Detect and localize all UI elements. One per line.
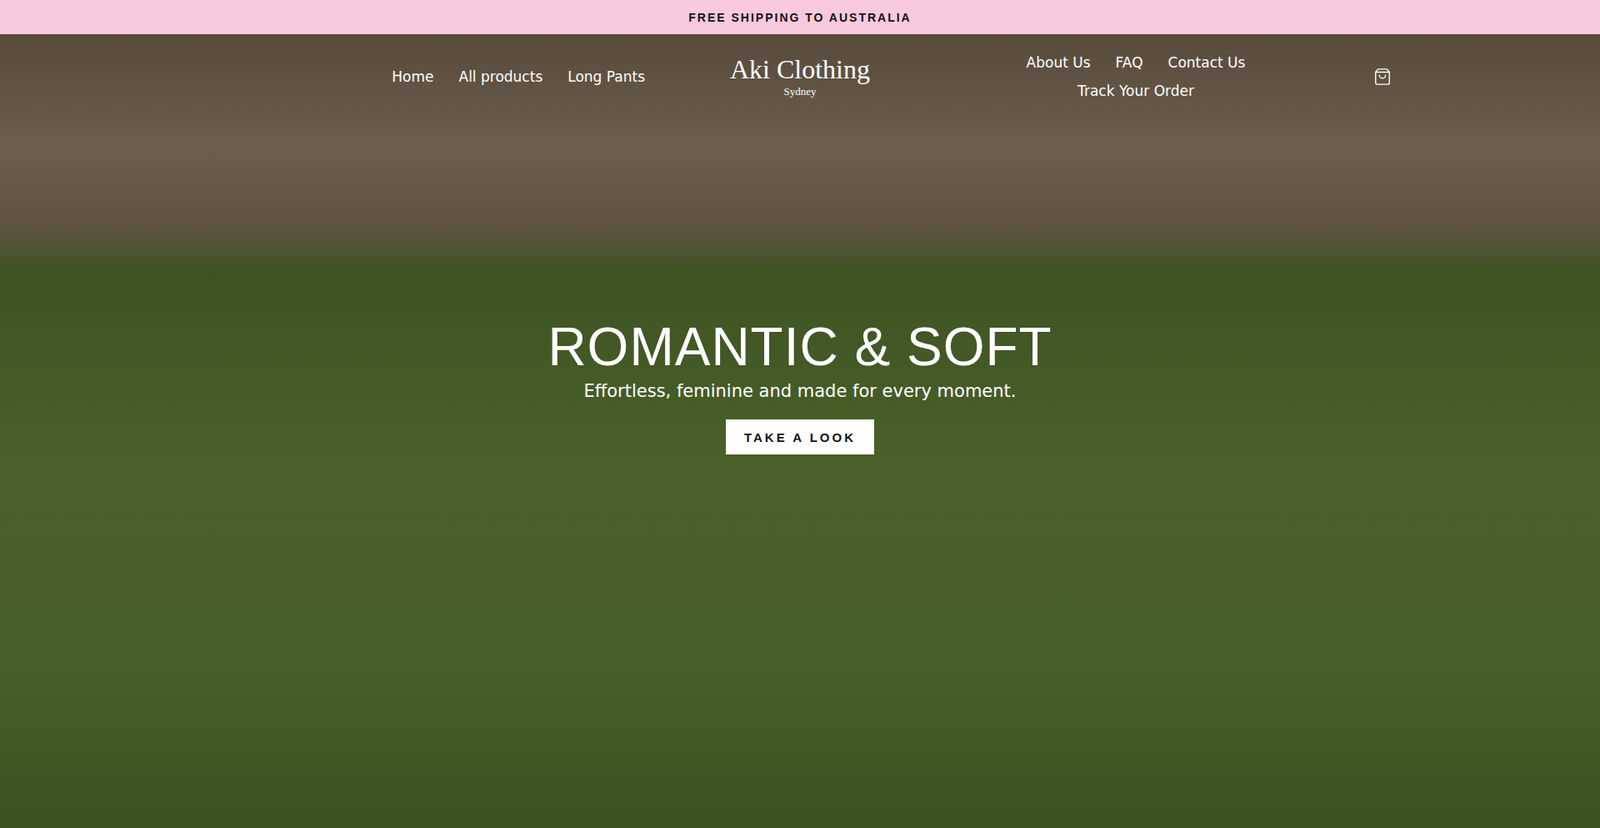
left-nav: Home All products Long Pants [208,68,675,85]
hero-content: ROMANTIC & SOFT Effortless, feminine and … [0,317,1600,455]
nav-link[interactable]: Home [391,68,434,85]
hero: Home All products Long Pants Aki ClothingSy… [0,34,1600,828]
nav-link[interactable]: All products [459,68,544,85]
cart-button[interactable] [1373,67,1392,86]
logo-name: Aki Clothing [730,55,870,85]
announcement-bar: FREE SHIPPING TO AUSTRALIA [0,0,1600,35]
announcement-text: FREE SHIPPING TO AUSTRALIA [688,10,911,25]
nav-link[interactable]: FAQ [1115,54,1144,71]
logo[interactable]: Aki ClothingSydney [675,55,925,98]
bag-icon [1373,67,1392,86]
nav-link[interactable]: Long Pants [567,68,645,85]
header: Home All products Long Pants Aki ClothingSy… [0,34,1600,100]
nav-link[interactable]: Track Your Order [1077,82,1195,100]
right-column: About Us FAQ Contact Us Track Your Order [925,54,1392,100]
hero-subtitle: Effortless, feminine and made for every … [584,380,1017,401]
hero-title: ROMANTIC & SOFT [547,317,1052,376]
page: FREE SHIPPING TO AUSTRALIA Home All produc… [0,0,1600,828]
logo-location: Sydney [784,85,817,99]
nav-link[interactable]: About Us [1026,54,1091,71]
nav-link[interactable]: Contact Us [1168,54,1246,71]
take-a-look-button[interactable]: TAKE A LOOK [725,419,875,455]
right-nav: About Us FAQ Contact Us Track Your Order [1015,54,1257,100]
